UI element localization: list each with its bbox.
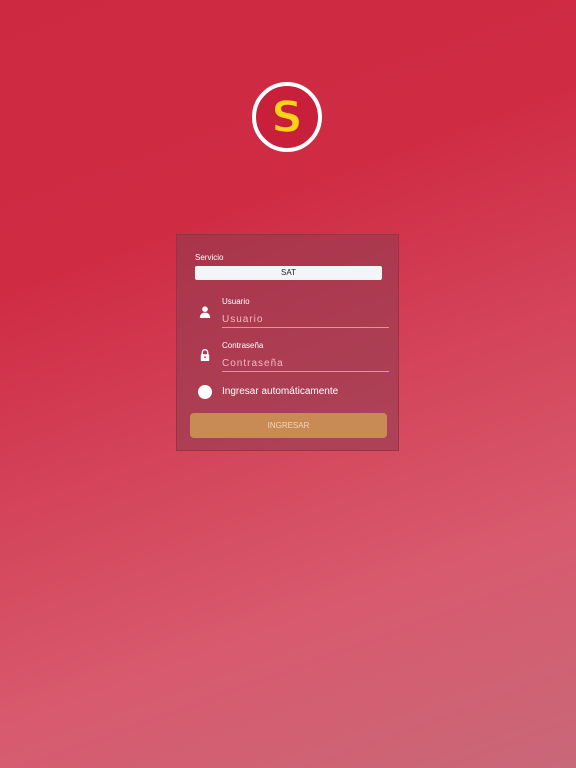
brand-s-logo-icon: S xyxy=(251,81,323,153)
auto-login-label: Ingresar automáticamente xyxy=(222,386,339,397)
service-select[interactable]: SAT xyxy=(195,266,382,280)
logo-letter: S xyxy=(271,92,303,143)
username-input[interactable] xyxy=(222,312,389,328)
login-screen: { "logo": { "letter": "S", "icon": "bran… xyxy=(0,0,576,768)
login-submit-button[interactable]: INGRESAR xyxy=(190,413,387,438)
auto-login-toggle[interactable] xyxy=(198,385,212,399)
user-icon xyxy=(198,305,212,319)
username-label: Usuario xyxy=(222,297,250,306)
password-label: Contraseña xyxy=(222,341,264,350)
password-input[interactable] xyxy=(222,356,389,372)
service-label: Servicio xyxy=(195,253,224,262)
login-panel: Servicio SAT Usuario Contraseña Ingresar… xyxy=(176,234,399,451)
lock-icon xyxy=(198,348,212,362)
